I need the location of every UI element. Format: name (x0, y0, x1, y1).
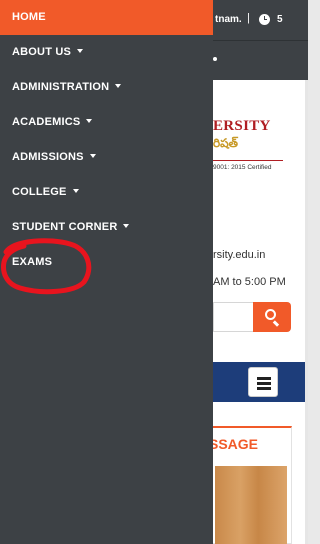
caret-down-icon (77, 49, 84, 53)
caret-down-icon (89, 154, 96, 158)
search-input[interactable] (213, 302, 253, 332)
caret-down-icon (123, 224, 130, 228)
search-icon (265, 309, 276, 320)
message-card: SSAGE (208, 426, 292, 544)
drawer-item-label: ACADEMICS (12, 116, 81, 128)
drawer-item-label: ABOUT US (12, 46, 72, 58)
hamburger-line (257, 377, 271, 380)
university-logo-title: ERSITY (213, 118, 271, 134)
message-card-title: SSAGE (209, 436, 259, 452)
drawer-item-label: HOME (12, 11, 46, 23)
drawer-item-label: ADMISSIONS (12, 151, 84, 163)
caret-down-icon (86, 119, 93, 123)
search-icon-handle (273, 320, 280, 327)
drawer-item-admissions[interactable]: ADMISSIONS (0, 142, 213, 172)
topbar-time-text: 5 (277, 14, 283, 25)
drawer-item-academics[interactable]: ACADEMICS (0, 107, 213, 137)
drawer-item-label: ADMINISTRATION (12, 81, 110, 93)
university-logo-telugu: రిషత్ (213, 136, 239, 150)
iso-certification-text: 9001: 2015 Certified (213, 164, 272, 171)
navigation-drawer: HOME ABOUT US ADMINISTRATION ACADEMICS A… (0, 0, 213, 544)
drawer-item-label: COLLEGE (12, 186, 67, 198)
topbar-separator: | (247, 12, 250, 24)
hamburger-line (257, 387, 271, 390)
drawer-item-label: STUDENT CORNER (12, 221, 118, 233)
drawer-item-label: EXAMS (12, 256, 53, 268)
contact-website[interactable]: rsity.edu.in (213, 249, 265, 261)
drawer-item-college[interactable]: COLLEGE (0, 177, 213, 207)
drawer-item-administration[interactable]: ADMINISTRATION (0, 72, 213, 102)
drawer-item-student-corner[interactable]: STUDENT CORNER (0, 212, 213, 242)
topbar-address-text: tnam. (215, 14, 242, 25)
logo-divider (213, 160, 283, 161)
caret-down-icon (72, 189, 79, 193)
drawer-item-exams[interactable]: EXAMS (0, 247, 213, 277)
message-card-image (215, 466, 287, 544)
contact-hours: AM to 5:00 PM (213, 276, 286, 288)
hamburger-line (257, 382, 271, 385)
page-edge (305, 80, 308, 544)
drawer-item-home[interactable]: HOME (0, 0, 213, 35)
caret-down-icon (115, 84, 122, 88)
bullet-dot-icon (213, 57, 217, 61)
drawer-item-about-us[interactable]: ABOUT US (0, 37, 213, 67)
search-button[interactable] (253, 302, 291, 332)
clock-icon (259, 14, 270, 25)
hamburger-menu-button[interactable] (248, 367, 278, 397)
